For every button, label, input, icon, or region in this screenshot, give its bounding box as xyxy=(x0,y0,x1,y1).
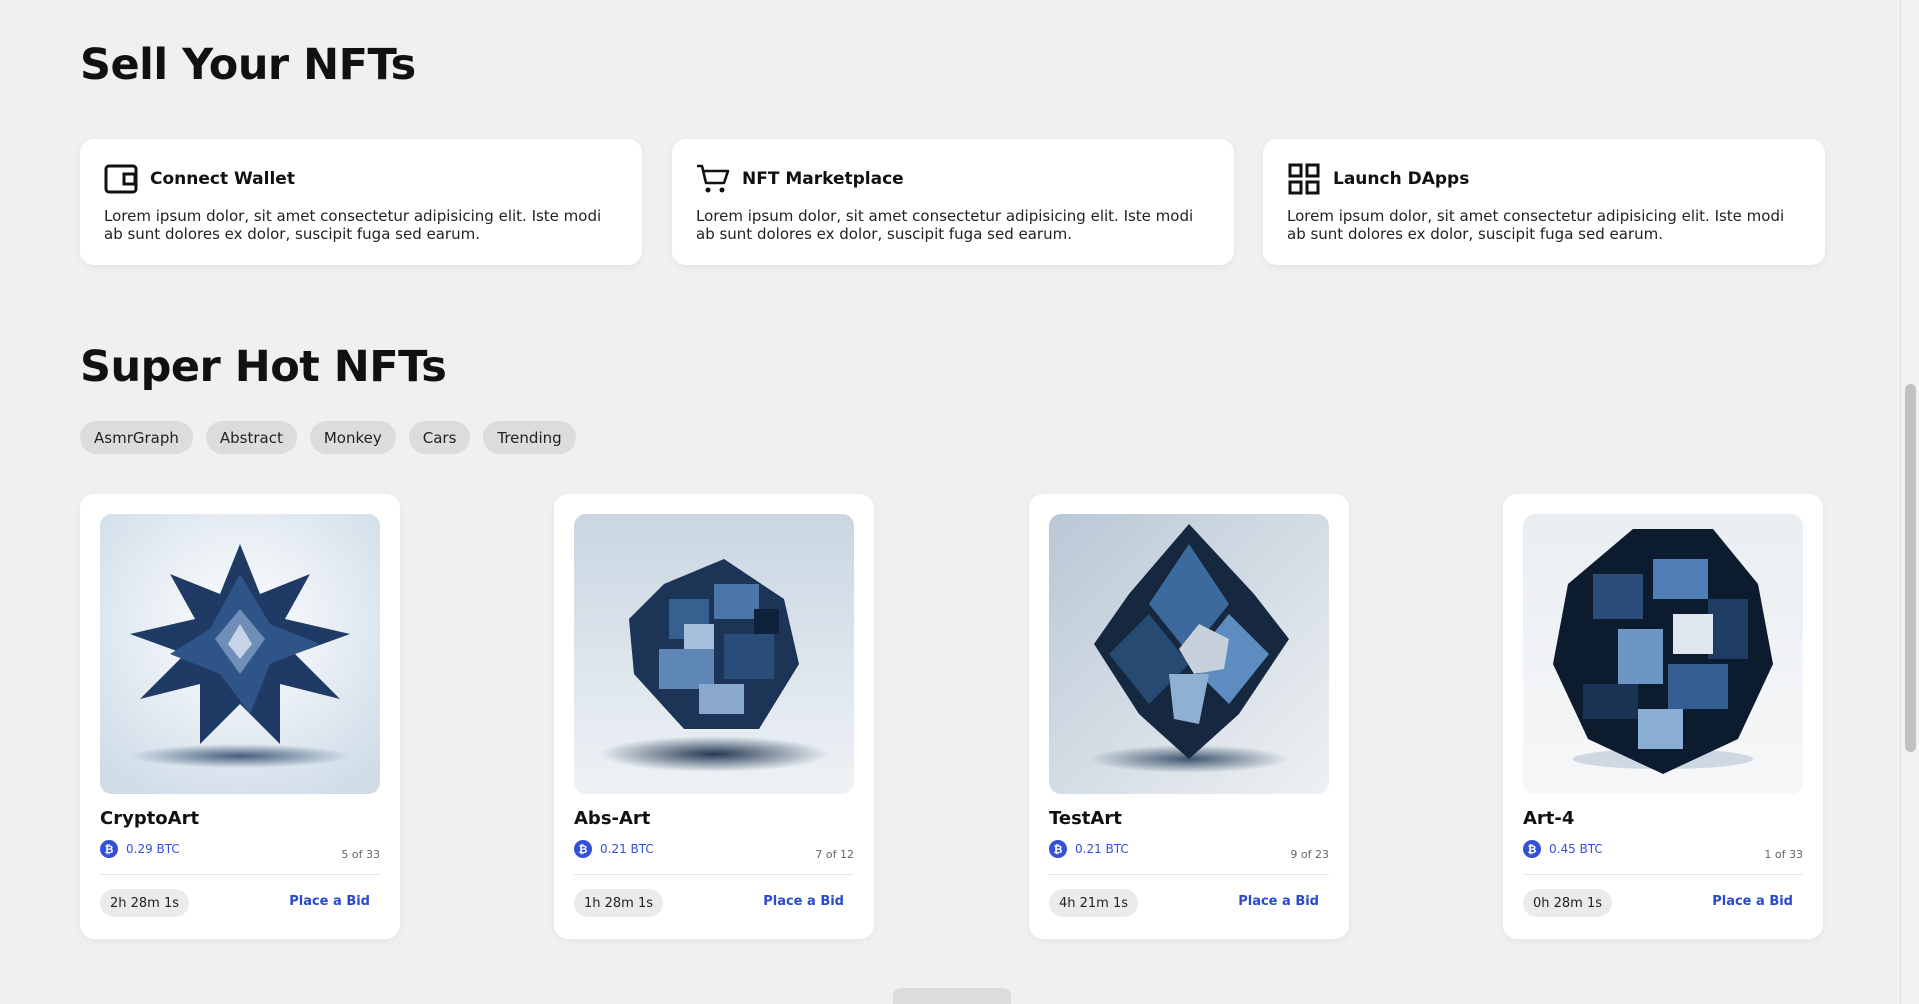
auction-timer: 4h 21m 1s xyxy=(1049,889,1139,917)
feature-card-launch-dapps[interactable]: Launch DApps Lorem ipsum dolor, sit amet… xyxy=(1263,139,1825,265)
card-divider xyxy=(574,874,854,875)
cart-icon xyxy=(696,162,730,196)
hot-section-title: Super Hot NFTs xyxy=(80,342,447,392)
feature-card-nft-marketplace[interactable]: NFT Marketplace Lorem ipsum dolor, sit a… xyxy=(672,139,1234,265)
nft-image xyxy=(1049,514,1329,794)
feature-card-connect-wallet[interactable]: Connect Wallet Lorem ipsum dolor, sit am… xyxy=(80,139,642,265)
load-more-button[interactable] xyxy=(893,988,1011,1004)
nft-price: ₿ 0.29 BTC xyxy=(100,840,180,858)
filter-chip-asmrgraph[interactable]: AsmrGraph xyxy=(80,421,193,454)
page: Sell Your NFTs Connect Wallet Lorem ipsu… xyxy=(0,0,1900,1004)
filter-chip-cars[interactable]: Cars xyxy=(408,421,471,454)
feature-title: Connect Wallet xyxy=(150,169,295,189)
nft-title: Art-4 xyxy=(1523,808,1575,829)
feature-row: Connect Wallet Lorem ipsum dolor, sit am… xyxy=(80,139,1825,265)
nft-card[interactable]: Art-4 ₿ 0.45 BTC 1 of 33 0h 28m 1s Place… xyxy=(1503,494,1823,939)
nft-edition: 1 of 33 xyxy=(1764,848,1803,861)
filter-chip-trending[interactable]: Trending xyxy=(483,421,576,454)
nft-card[interactable]: CryptoArt ₿ 0.29 BTC 5 of 33 2h 28m 1s P… xyxy=(80,494,400,939)
feature-description: Lorem ipsum dolor, sit amet consectetur … xyxy=(104,207,602,243)
nft-image xyxy=(1523,514,1803,794)
grid-icon xyxy=(1287,162,1321,196)
feature-description: Lorem ipsum dolor, sit amet consectetur … xyxy=(696,207,1194,243)
place-bid-button[interactable]: Place a Bid xyxy=(763,894,844,909)
nft-edition: 5 of 33 xyxy=(341,848,380,861)
filter-chips: AsmrGraph Abstract Monkey Cars Trending xyxy=(80,421,576,454)
card-divider xyxy=(100,874,380,875)
nft-price-value: 0.21 BTC xyxy=(600,842,654,856)
bitcoin-icon: ₿ xyxy=(1523,840,1541,858)
nft-price: ₿ 0.21 BTC xyxy=(574,840,654,858)
nft-image xyxy=(100,514,380,794)
nft-edition: 9 of 23 xyxy=(1290,848,1329,861)
card-divider xyxy=(1523,874,1803,875)
sell-section-title: Sell Your NFTs xyxy=(80,40,416,90)
wallet-icon xyxy=(104,162,138,196)
place-bid-button[interactable]: Place a Bid xyxy=(1712,894,1793,909)
filter-chip-monkey[interactable]: Monkey xyxy=(309,421,396,454)
nft-price-value: 0.21 BTC xyxy=(1075,842,1129,856)
auction-timer: 1h 28m 1s xyxy=(574,889,664,917)
nft-image xyxy=(574,514,854,794)
nft-title: TestArt xyxy=(1049,808,1122,829)
bitcoin-icon: ₿ xyxy=(100,840,118,858)
nft-title: CryptoArt xyxy=(100,808,200,829)
nft-card[interactable]: TestArt ₿ 0.21 BTC 9 of 23 4h 21m 1s Pla… xyxy=(1029,494,1349,939)
vertical-scrollbar[interactable] xyxy=(1900,0,1919,1004)
nft-card[interactable]: Abs-Art ₿ 0.21 BTC 7 of 12 1h 28m 1s Pla… xyxy=(554,494,874,939)
auction-timer: 2h 28m 1s xyxy=(100,889,190,917)
nft-price: ₿ 0.21 BTC xyxy=(1049,840,1129,858)
feature-title: NFT Marketplace xyxy=(742,169,904,189)
card-divider xyxy=(1049,874,1329,875)
auction-timer: 0h 28m 1s xyxy=(1523,889,1613,917)
feature-description: Lorem ipsum dolor, sit amet consectetur … xyxy=(1287,207,1785,243)
nft-edition: 7 of 12 xyxy=(815,848,854,861)
nft-title: Abs-Art xyxy=(574,808,651,829)
filter-chip-abstract[interactable]: Abstract xyxy=(205,421,297,454)
nft-price-value: 0.29 BTC xyxy=(126,842,180,856)
bitcoin-icon: ₿ xyxy=(574,840,592,858)
place-bid-button[interactable]: Place a Bid xyxy=(289,894,370,909)
scrollbar-thumb[interactable] xyxy=(1905,384,1916,752)
bitcoin-icon: ₿ xyxy=(1049,840,1067,858)
nft-price: ₿ 0.45 BTC xyxy=(1523,840,1603,858)
feature-title: Launch DApps xyxy=(1333,169,1470,189)
place-bid-button[interactable]: Place a Bid xyxy=(1238,894,1319,909)
nft-price-value: 0.45 BTC xyxy=(1549,842,1603,856)
